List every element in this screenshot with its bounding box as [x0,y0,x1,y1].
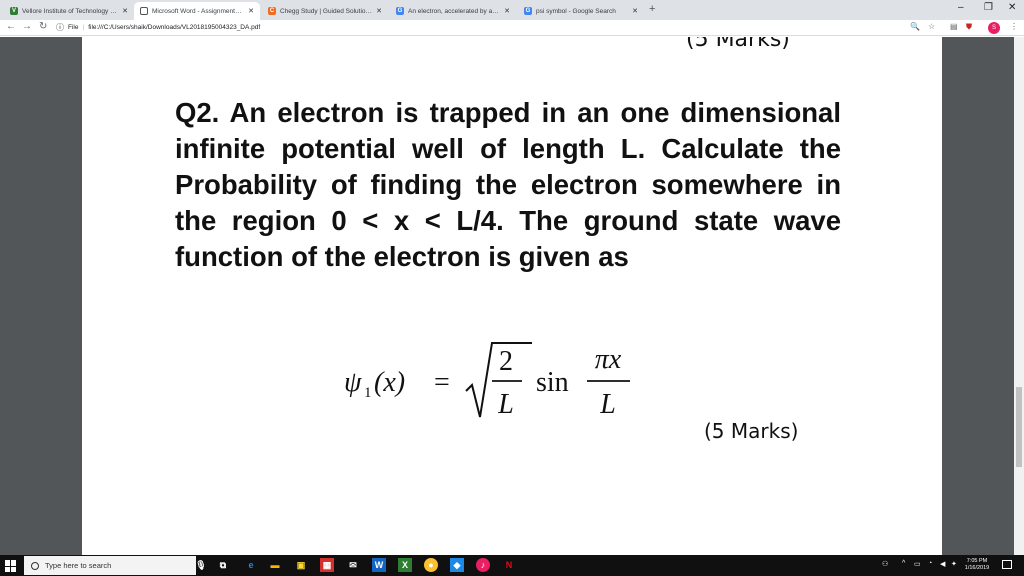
microphone-icon[interactable]: 🎙 [194,558,208,572]
tab-strip: V Vellore Institute of Technology (Ch...… [0,0,1024,20]
sin-function: sin [536,367,569,398]
close-icon[interactable]: ✕ [122,7,128,15]
sqrt-denominator: L [497,389,514,420]
cortana-icon [31,561,39,570]
action-center-icon[interactable] [1002,560,1012,569]
tab-title: psi symbol - Google Search [536,7,616,15]
adblock-icon[interactable]: ⛊ [966,22,972,32]
psi-argument: (x) [374,367,405,398]
battery-icon[interactable]: ▭ [914,560,921,568]
marks-label-bottom: (5 Marks) [704,419,799,443]
omnibox-divider: | [82,24,85,31]
close-icon[interactable]: ✕ [632,7,638,15]
url-text[interactable]: file:///C:/Users/shaik/Downloads/VL20181… [88,24,260,31]
tab-psi-search[interactable]: G psi symbol - Google Search ✕ [518,2,644,20]
task-view-icon[interactable]: ⧉ [216,558,230,572]
new-tab-icon[interactable]: + [649,3,655,15]
store-icon[interactable]: ▣ [294,558,308,572]
menu-icon[interactable]: ⋮ [1010,22,1018,31]
bookmark-star-icon[interactable]: ☆ [928,22,935,31]
windows-taskbar: Type here to search 🎙 ⧉ e ▬ ▣ ▦ ✉ W X ● … [0,555,1024,576]
netflix-icon[interactable]: N [502,558,516,572]
fraction-numerator: πx [595,344,622,375]
people-icon[interactable]: ⚇ [882,560,888,568]
tab-title: Vellore Institute of Technology (Ch... [22,7,119,15]
dropbox-tray-icon[interactable]: ✦ [951,560,957,568]
tab-vit[interactable]: V Vellore Institute of Technology (Ch...… [4,2,134,20]
wifi-icon[interactable]: ◔ [928,560,932,567]
tab-word-doc[interactable]: Microsoft Word - Assignment1.doc ✕ [134,2,260,20]
minimize-icon[interactable]: – [958,2,964,13]
mail-icon[interactable]: ✉ [346,558,360,572]
window-close-icon[interactable]: ✕ [1008,2,1016,13]
clock-time: 7:05 PM [966,558,988,564]
tab-title: An electron, accelerated by a po... [408,7,501,15]
chrome-icon[interactable]: ● [424,558,438,572]
windows-start-icon[interactable] [5,560,17,572]
dropbox-icon[interactable]: ◆ [450,558,464,572]
question-text: Q2. An electron is trapped in an one dim… [175,97,841,272]
close-icon[interactable]: ✕ [248,7,254,15]
tab-electron-search[interactable]: G An electron, accelerated by a po... ✕ [390,2,516,20]
wave-function-equation: ψ 1 (x) = 2 L sin πx L [344,342,630,420]
clock-date: 1/16/2019 [964,565,990,571]
forward-icon[interactable]: → [22,21,32,32]
excel-icon[interactable]: X [398,558,412,572]
extension-icon[interactable]: ▤ [950,22,958,31]
file-explorer-icon[interactable]: ▬ [268,558,282,572]
volume-icon[interactable]: ◀ [940,560,945,568]
itunes-icon[interactable]: ♪ [476,558,490,572]
document-icon [140,7,148,15]
search-placeholder: Type here to search [45,561,112,570]
tab-title: Chegg Study | Guided Solutions ... [280,7,373,15]
gift-app-icon[interactable]: ▦ [320,558,334,572]
browser-toolbar: ← → ↻ ⓘ File | file:///C:/Users/shaik/Do… [0,20,1024,36]
sqrt-numerator: 2 [499,346,513,377]
vertical-scrollbar[interactable] [1014,37,1024,555]
google-icon: G [396,7,404,15]
equals-sign: = [434,367,450,398]
restore-icon[interactable]: ❐ [984,2,993,13]
zoom-icon[interactable]: 🔍 [910,22,920,31]
chegg-icon: C [268,7,276,15]
google-icon: G [524,7,532,15]
address-bar[interactable]: ⓘ File | file:///C:/Users/shaik/Download… [56,21,936,34]
back-icon[interactable]: ← [6,21,16,32]
word-icon[interactable]: W [372,558,386,572]
reload-icon[interactable]: ↻ [39,21,47,32]
psi-symbol: ψ [344,367,362,398]
edge-icon[interactable]: e [244,558,258,572]
pdf-viewer: (5 Marks) Q2. An electron is trapped in … [0,37,1024,555]
vit-icon: V [10,7,18,15]
tab-chegg[interactable]: C Chegg Study | Guided Solutions ... ✕ [262,2,388,20]
profile-avatar[interactable]: S [988,22,1000,34]
close-icon[interactable]: ✕ [376,7,382,15]
psi-subscript: 1 [364,385,372,401]
fraction-denominator: L [599,389,616,420]
pdf-page: (5 Marks) Q2. An electron is trapped in … [82,37,942,555]
scrollbar-thumb[interactable] [1016,387,1022,467]
close-icon[interactable]: ✕ [504,7,510,15]
marks-label-top: (5 Marks) [686,37,790,52]
show-hidden-icons[interactable]: ^ [902,560,905,567]
system-clock[interactable]: 7:05 PM 1/16/2019 [960,558,994,572]
info-icon[interactable]: ⓘ [56,22,64,33]
taskbar-search-box[interactable]: Type here to search [24,556,196,575]
tab-title: Microsoft Word - Assignment1.doc [152,7,245,15]
omnibox-label: File [68,24,79,31]
